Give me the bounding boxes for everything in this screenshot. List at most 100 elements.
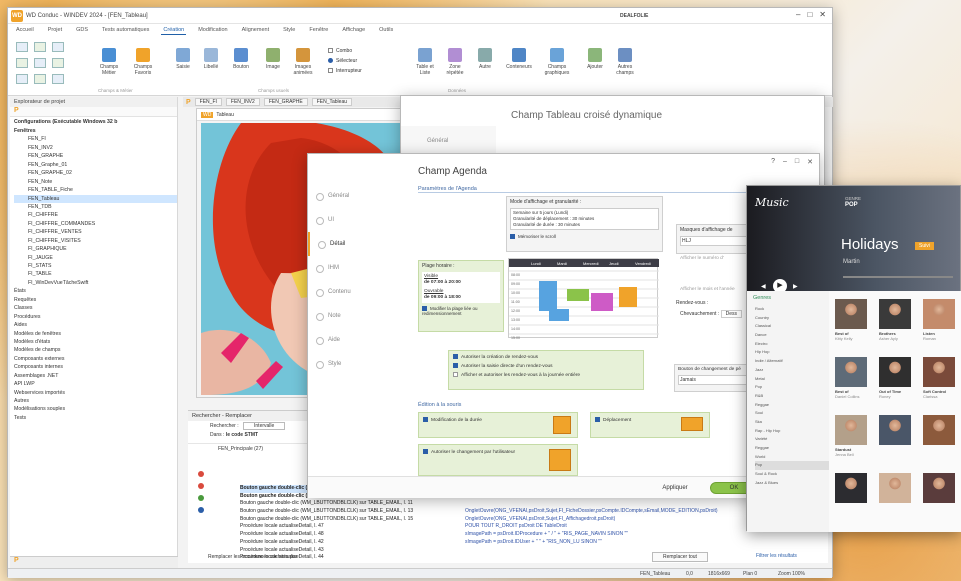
- agenda-tab[interactable]: Général: [308, 184, 403, 208]
- search-input[interactable]: Intervalle: [243, 422, 286, 430]
- genre-item[interactable]: World: [755, 453, 829, 462]
- ribbon-button[interactable]: Bouton: [228, 48, 254, 70]
- agenda-tab[interactable]: Style: [308, 352, 403, 376]
- genre-item[interactable]: Ska: [755, 418, 829, 427]
- explorer-item[interactable]: Composants externes: [14, 355, 177, 363]
- calendar-event[interactable]: [567, 289, 589, 301]
- ribbon-tab[interactable]: Affichage: [340, 26, 367, 34]
- filter-results-link[interactable]: Filtrer les résultats: [756, 553, 797, 559]
- ribbon-button[interactable]: Autre: [472, 48, 498, 70]
- album-cover[interactable]: [923, 357, 955, 387]
- next-icon[interactable]: ▶: [793, 283, 798, 290]
- explorer-item[interactable]: FI_TABLE: [14, 270, 177, 278]
- explorer-item[interactable]: FI_JAUGE: [14, 254, 177, 262]
- agenda-tab[interactable]: Aide: [308, 328, 403, 352]
- explorer-item[interactable]: FI_CHIFFRE_COMMANDES: [14, 220, 177, 228]
- create-rdv-checkbox[interactable]: Autoriser la création de rendez-vous: [461, 355, 538, 360]
- explorer-item[interactable]: FI_CHIFFRE_VENTES: [14, 228, 177, 236]
- explorer-item[interactable]: API LWP: [14, 380, 177, 388]
- option-selector[interactable]: Sélecteur: [328, 56, 362, 66]
- ribbon-button[interactable]: Images animées: [290, 48, 316, 76]
- quick-tool-icon[interactable]: [52, 58, 64, 68]
- scope-select[interactable]: le code STMT: [226, 432, 258, 438]
- album-cover[interactable]: [835, 299, 867, 329]
- quick-tool-icon[interactable]: [34, 42, 46, 52]
- agenda-tab[interactable]: Contenu: [308, 280, 403, 304]
- close-icon[interactable]: ✕: [807, 158, 813, 166]
- overlap-select[interactable]: Dess: [720, 310, 742, 318]
- explorer-item[interactable]: Modèles de champs: [14, 346, 177, 354]
- agenda-tab[interactable]: IHM: [308, 256, 403, 280]
- display-mode-field[interactable]: Semaine sur 5 jours (Lundi) Granularité d…: [510, 208, 659, 230]
- calendar-event[interactable]: [591, 293, 613, 311]
- explorer-item[interactable]: FEN_FI: [14, 135, 177, 143]
- ribbon-button[interactable]: Champs graphiques: [544, 48, 570, 76]
- calendar-event[interactable]: [549, 309, 569, 321]
- minimize-icon[interactable]: –: [783, 158, 787, 166]
- genre-item[interactable]: Dance: [755, 331, 829, 340]
- explorer-item[interactable]: FEN_TDB: [14, 203, 177, 211]
- genre-item[interactable]: Jazz & Blues: [755, 479, 829, 488]
- explorer-item[interactable]: FEN_INV2: [14, 144, 177, 152]
- genre-item[interactable]: Hip Hop: [755, 348, 829, 357]
- result-line[interactable]: Bouton gauche double-clic (WM_LBUTTONDBL…: [240, 516, 470, 524]
- quick-tool-icon[interactable]: [16, 58, 28, 68]
- album-cover[interactable]: [879, 357, 911, 387]
- genre-item[interactable]: Variété: [755, 435, 829, 444]
- album-cover[interactable]: [879, 415, 911, 445]
- config-item[interactable]: Configurations (Exécutable Windows 32 b: [10, 117, 177, 127]
- ribbon-button[interactable]: Champs Métier: [96, 48, 122, 76]
- ribbon-tab[interactable]: Tests automatiques: [100, 26, 151, 34]
- allow-change-checkbox[interactable]: Autoriser le changement par l'utilisateu…: [431, 450, 515, 455]
- album-cover[interactable]: [835, 415, 867, 445]
- explorer-item[interactable]: États: [14, 287, 177, 295]
- apply-button[interactable]: Appliquer: [648, 482, 702, 494]
- genre-item[interactable]: Country: [755, 314, 829, 323]
- genre-item[interactable]: Jazz: [755, 366, 829, 375]
- result-line[interactable]: Bouton gauche double-clic (WM_LBUTTONDBL…: [240, 508, 470, 516]
- calendar-event[interactable]: [619, 287, 637, 307]
- document-tab[interactable]: FEN_FI: [194, 98, 222, 106]
- genre-item[interactable]: Pop: [755, 461, 829, 471]
- explorer-item[interactable]: Tests: [14, 414, 177, 422]
- genre-item[interactable]: Electro: [755, 340, 829, 349]
- ribbon-button[interactable]: Conteneurs: [506, 48, 532, 70]
- result-line[interactable]: Procédure locale actualiseDetail, l. 47: [240, 523, 470, 531]
- result-line[interactable]: Bouton gauche double-clic (WM_LBUTTONDBL…: [240, 500, 470, 508]
- maximize-icon[interactable]: □: [795, 158, 799, 166]
- explorer-item[interactable]: Procédures: [14, 313, 177, 321]
- album-cover[interactable]: [923, 473, 955, 503]
- ribbon-tab[interactable]: Projet: [46, 26, 64, 34]
- show-week-checkbox[interactable]: Afficher le numéro d': [680, 256, 724, 261]
- day-view-checkbox[interactable]: Afficher et autoriser les rendez-vous à …: [461, 373, 580, 378]
- tcd-tab-general[interactable]: Général: [401, 126, 496, 144]
- explorer-item[interactable]: Assemblages .NET: [14, 372, 177, 380]
- quick-tool-icon[interactable]: [16, 42, 28, 52]
- album-cover[interactable]: [835, 357, 867, 387]
- ribbon-button[interactable]: Saisie: [170, 48, 196, 70]
- document-tab[interactable]: FEN_Tableau: [311, 98, 353, 106]
- mem-scroll-checkbox[interactable]: Mémoriser le scroll: [518, 234, 556, 239]
- explorer-item[interactable]: FI_CHIFFRE: [14, 211, 177, 219]
- explorer-item[interactable]: Modèles de fenêtres: [14, 330, 177, 338]
- ribbon-tab[interactable]: Création: [161, 26, 187, 35]
- genre-item[interactable]: Rap - Hip Hop: [755, 427, 829, 436]
- working-range[interactable]: de 09:00 à 18:00: [424, 295, 498, 301]
- explorer-item[interactable]: FI_WinDevVueTâcheSwift: [14, 279, 177, 287]
- visible-range[interactable]: de 07:00 à 20:00: [424, 280, 498, 286]
- ribbon-tab[interactable]: GDS: [74, 26, 90, 34]
- explorer-item[interactable]: Webservices importés: [14, 389, 177, 397]
- genre-item[interactable]: Reggae: [755, 444, 829, 453]
- ribbon-tab[interactable]: Outils: [377, 26, 395, 34]
- ribbon-tab[interactable]: Style: [281, 26, 297, 34]
- explorer-item[interactable]: FEN_Tableau: [14, 194, 177, 203]
- explorer-item[interactable]: FEN_GRAPHE: [14, 152, 177, 160]
- agenda-tab[interactable]: UI: [308, 208, 403, 232]
- document-tab[interactable]: FEN_INV2: [225, 98, 260, 106]
- result-line[interactable]: Procédure locale actualiseDetail, l. 48: [240, 531, 470, 539]
- option-switch[interactable]: Interrupteur: [328, 66, 362, 76]
- explorer-item[interactable]: FI_CHIFFRE_VISITES: [14, 237, 177, 245]
- ribbon-button[interactable]: Champs Favoris: [130, 48, 156, 76]
- ribbon-tab[interactable]: Alignement: [240, 26, 272, 34]
- ribbon-button[interactable]: Image: [260, 48, 286, 70]
